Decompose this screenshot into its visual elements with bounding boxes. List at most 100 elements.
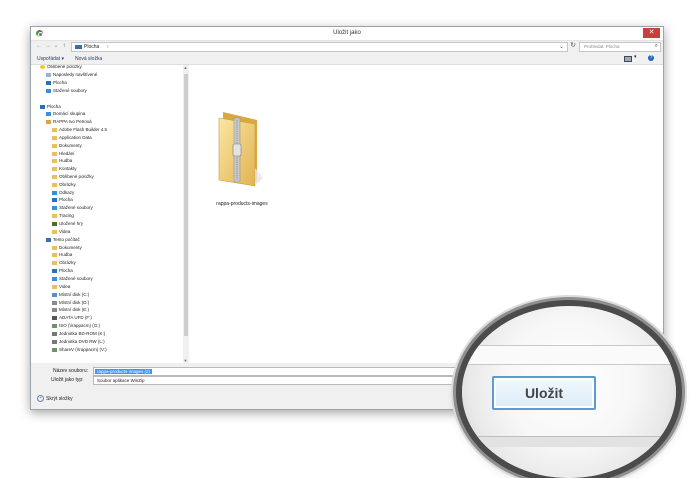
sidebar-item-label: Hledání: [59, 151, 75, 156]
network-drive-icon: [52, 347, 57, 352]
folder-icon: [52, 276, 57, 281]
new-folder-button[interactable]: Nová složka: [75, 56, 102, 62]
drive-icon: [52, 307, 57, 312]
download-icon: [46, 88, 51, 93]
sidebar-item[interactable]: Oblíbené položky: [40, 65, 82, 70]
sidebar-item-label: Uložené hry: [59, 221, 84, 226]
folder-icon: [52, 127, 57, 132]
sidebar-item[interactable]: Plocha: [52, 267, 73, 274]
window-title: Uložit jako: [333, 30, 361, 36]
sidebar-item-label: Dokumenty: [59, 143, 82, 148]
scroll-down-arrow-icon[interactable]: ▼: [183, 358, 188, 363]
sidebar-item[interactable]: Dokumenty: [52, 142, 82, 149]
folder-icon: [52, 245, 57, 250]
sidebar-item[interactable]: ShareV (\\rappacm) (V:): [52, 346, 107, 353]
sidebar-item[interactable]: Uložené hry: [52, 220, 83, 227]
user-icon: [46, 119, 51, 124]
sidebar-item[interactable]: Tento počítač: [46, 236, 80, 243]
sidebar-item-label: Dokumenty: [59, 245, 82, 250]
sidebar-item[interactable]: Tracing: [52, 212, 74, 219]
sidebar-item[interactable]: Jednotka BD-ROM (K:): [52, 330, 105, 337]
sidebar-item[interactable]: Jednotka DVD RW (L:): [52, 338, 105, 345]
sidebar-item[interactable]: ADATA UFD (F:): [52, 314, 92, 321]
view-options-chevron-icon[interactable]: ▾: [634, 54, 637, 60]
sidebar-item[interactable]: Místní disk (D:): [52, 299, 89, 306]
sidebar-item-label: Plocha: [59, 197, 73, 202]
sidebar-item[interactable]: Stažené soubory: [52, 204, 93, 211]
sidebar-item[interactable]: Plocha: [46, 79, 67, 86]
sidebar-item-label: Domácí skupina: [53, 111, 86, 116]
sidebar-item[interactable]: Dokumenty: [52, 244, 82, 251]
sidebar-item-label: Místní disk (E:): [59, 307, 90, 312]
save-button[interactable]: Uložit: [492, 376, 596, 410]
address-dropdown-icon[interactable]: ⌄: [559, 43, 564, 50]
sidebar-item-label: Tento počítač: [53, 237, 80, 242]
refresh-button[interactable]: ↻: [569, 42, 577, 50]
sidebar-item-label: Stažené soubory: [53, 88, 87, 93]
hide-folders-toggle[interactable]: ⌃ Skrýt složky: [37, 395, 73, 402]
file-type-value[interactable]: Soubor aplikace WinZip: [97, 378, 145, 383]
sidebar-item[interactable]: Application Data: [52, 134, 92, 141]
sidebar-item-label: Oblíbené položky: [47, 65, 82, 69]
scrollbar-thumb[interactable]: [183, 74, 188, 336]
sidebar-item[interactable]: Stažené soubory: [52, 275, 93, 282]
scroll-up-arrow-icon[interactable]: ▲: [183, 65, 188, 70]
folder-icon: [52, 174, 57, 179]
sidebar-item[interactable]: Plocha: [52, 196, 73, 203]
sidebar-item[interactable]: Odkazy: [52, 189, 74, 196]
sidebar-item-label: Adobe Flash Builder 4.6: [59, 127, 108, 132]
filename-value[interactable]: rappa-products-images (2): [95, 368, 153, 374]
disc-icon: [52, 339, 57, 344]
navigation-scrollbar[interactable]: ▲ ▼: [183, 65, 188, 363]
sidebar-item[interactable]: Videa: [52, 228, 70, 235]
up-button[interactable]: ↑: [60, 42, 68, 50]
help-icon[interactable]: ?: [648, 55, 654, 61]
sidebar-item[interactable]: Hledání: [52, 150, 75, 157]
address-location[interactable]: Plocha: [84, 44, 99, 50]
sidebar-item[interactable]: Stažené soubory: [46, 87, 87, 94]
sidebar-item[interactable]: Domácí skupina: [46, 110, 85, 117]
sidebar-item-label: ISO (\\rappacm) (G:): [59, 323, 101, 328]
drive-icon: [52, 292, 57, 297]
sidebar-item[interactable]: Obrázky: [52, 259, 76, 266]
folder-icon: [52, 143, 57, 148]
search-input[interactable]: Prohledat: Plocha ⌕: [579, 42, 661, 52]
search-icon: ⌕: [654, 43, 658, 49]
navigation-bar: ← → ⌄ ↑ Plocha › ⌄ ↻ Prohledat: Plocha ⌕: [31, 41, 663, 52]
sidebar-item[interactable]: ISO (\\rappacm) (G:): [52, 322, 100, 329]
sidebar-item-label: Stažené soubory: [59, 276, 93, 281]
sidebar-item[interactable]: Adobe Flash Builder 4.6: [52, 126, 107, 133]
sidebar-item[interactable]: Naposledy navštívené: [46, 71, 97, 78]
homegroup-icon: [46, 111, 51, 116]
folder-icon: [52, 268, 57, 273]
sidebar-item-label: ADATA UFD (F:): [59, 315, 92, 320]
sidebar-item[interactable]: Oblíbené položky: [52, 173, 94, 180]
star-icon: [40, 65, 45, 69]
sidebar-item[interactable]: Hudba: [52, 157, 72, 164]
folder-icon: [52, 166, 57, 171]
folder-icon: [52, 221, 57, 226]
close-button[interactable]: ✕: [643, 28, 660, 38]
address-bar[interactable]: Plocha › ⌄: [71, 42, 568, 52]
sidebar-item[interactable]: Místní disk (C:): [52, 291, 89, 298]
sidebar-item-label: ShareV (\\rappacm) (V:): [59, 347, 107, 352]
sidebar-item[interactable]: Obrázky: [52, 181, 76, 188]
view-options-icon[interactable]: [624, 56, 632, 62]
breadcrumb-separator[interactable]: ›: [107, 44, 109, 50]
recent-locations-button[interactable]: ⌄: [52, 42, 60, 50]
sidebar-item[interactable]: RAPPA Ivo Petrová: [46, 118, 92, 125]
sidebar-item-label: Odkazy: [59, 190, 75, 195]
forward-button[interactable]: →: [44, 42, 52, 50]
sidebar-item-label: Oblíbené položky: [59, 174, 94, 179]
magnifier-lens: Uložit: [462, 306, 676, 478]
folder-icon: [52, 205, 57, 210]
sidebar-item-label: Místní disk (D:): [59, 300, 90, 305]
sidebar-item[interactable]: Místní disk (E:): [52, 306, 89, 313]
sidebar-item[interactable]: Hudba: [52, 251, 72, 258]
back-button[interactable]: ←: [35, 42, 43, 50]
sidebar-item[interactable]: Plocha: [40, 103, 61, 110]
organize-menu-button[interactable]: Uspořádat ▾: [37, 56, 64, 62]
desktop-icon: [75, 45, 82, 49]
sidebar-item[interactable]: Videa: [52, 283, 70, 290]
sidebar-item[interactable]: Kontakty: [52, 165, 77, 172]
